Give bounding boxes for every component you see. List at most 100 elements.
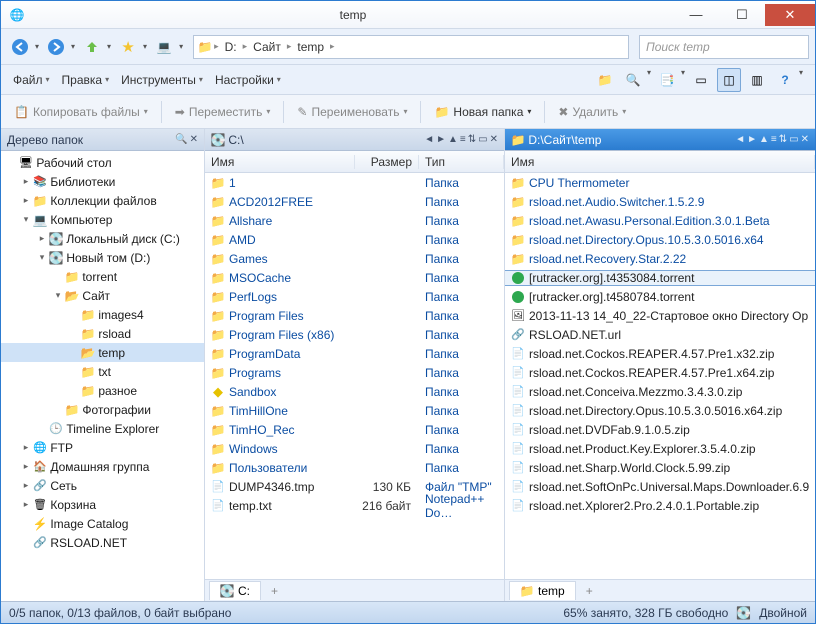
file-row[interactable]: PerfLogsПапка (205, 287, 504, 306)
menu-settings[interactable]: Настройки▾ (209, 69, 287, 91)
computer-button[interactable]: 💻 (151, 34, 177, 60)
tree-item[interactable]: ▾ Новый том (D:) (1, 248, 204, 267)
breadcrumb[interactable]: ▸ D:▸ Сайт▸ temp▸ (193, 35, 629, 59)
tree-item[interactable]: ▸ Сеть (1, 476, 204, 495)
tree-item[interactable]: ▸ Домашняя группа (1, 457, 204, 476)
file-row[interactable]: 2013-11-13 14_40_22-Стартовое окно Direc… (505, 306, 815, 325)
file-row[interactable]: rsload.net.DVDFab.9.1.0.5.zip (505, 420, 815, 439)
crumb[interactable]: D: (221, 40, 241, 54)
file-row[interactable]: rsload.net.Awasu.Personal.Edition.3.0.1.… (505, 211, 815, 230)
tree-item[interactable]: Рабочий стол (1, 153, 204, 172)
file-row[interactable]: rsload.net.SoftOnPc.Universal.Maps.Downl… (505, 477, 815, 496)
tree-item[interactable]: images4 (1, 305, 204, 324)
search-input[interactable]: Поиск temp (639, 35, 809, 59)
file-row[interactable]: rsload.net.Sharp.World.Clock.5.99.zip (505, 458, 815, 477)
file-row[interactable]: ПользователиПапка (205, 458, 504, 477)
tab-right[interactable]: temp (509, 581, 576, 600)
tree-item[interactable]: ▾ Сайт (1, 286, 204, 305)
tree-item[interactable]: ▸ Библиотеки (1, 172, 204, 191)
tree-item[interactable]: rsload (1, 324, 204, 343)
crumb[interactable]: Сайт (249, 40, 285, 54)
up-history-dropdown[interactable]: ▾ (107, 42, 111, 51)
file-row[interactable]: ProgramsПапка (205, 363, 504, 382)
favorites-button[interactable]: ★ (115, 34, 141, 60)
back-button[interactable] (7, 34, 33, 60)
tree-item[interactable]: RSLOAD.NET (1, 533, 204, 552)
file-row[interactable]: CPU Thermometer (505, 173, 815, 192)
file-row[interactable]: rsload.net.Product.Key.Explorer.3.5.4.0.… (505, 439, 815, 458)
add-tab-right[interactable]: + (580, 584, 599, 598)
file-row[interactable]: RSLOAD.NET.url (505, 325, 815, 344)
close-button[interactable]: ✕ (765, 4, 815, 26)
file-row[interactable]: ACD2012FREEПапка (205, 192, 504, 211)
view-button-1[interactable]: 📁 (593, 68, 617, 92)
col-name[interactable]: Имя (505, 155, 815, 169)
layout-preview[interactable]: ▥ (745, 68, 769, 92)
file-row[interactable]: TimHO_RecПапка (205, 420, 504, 439)
file-row[interactable]: rsload.net.Directory.Opus.10.5.3.0.5016.… (505, 230, 815, 249)
file-row[interactable]: Program Files (x86)Папка (205, 325, 504, 344)
file-row[interactable]: rsload.net.Xplorer2.Pro.2.4.0.1.Portable… (505, 496, 815, 515)
view-button-2[interactable]: 🔍 (621, 68, 645, 92)
tree-item[interactable]: txt (1, 362, 204, 381)
file-row[interactable]: rsload.net.Directory.Opus.10.5.3.0.5016.… (505, 401, 815, 420)
panel-header-right[interactable]: D:\Сайт\temp ◄►▲≡⇅▭✕ (505, 129, 815, 151)
col-size[interactable]: Размер (355, 155, 419, 169)
column-headers-right[interactable]: Имя (505, 151, 815, 173)
file-row[interactable]: rsload.net.Cockos.REAPER.4.57.Pre1.x64.z… (505, 363, 815, 382)
back-history-dropdown[interactable]: ▾ (35, 42, 39, 51)
col-type[interactable]: Тип (419, 155, 504, 169)
close-icon[interactable]: ✕ (190, 134, 198, 145)
maximize-button[interactable]: ☐ (719, 4, 765, 26)
file-list-right[interactable]: CPU Thermometerrsload.net.Audio.Switcher… (505, 173, 815, 579)
search-icon[interactable]: 🔍 (175, 134, 187, 145)
file-row[interactable]: temp.txt216 байтNotepad++ Do… (205, 496, 504, 515)
file-row[interactable]: rsload.net.Conceiva.Mezzmo.3.4.3.0.zip (505, 382, 815, 401)
minimize-button[interactable]: — (673, 4, 719, 26)
file-row[interactable]: TimHillOneПапка (205, 401, 504, 420)
tree-item[interactable]: ▸ Коллекции файлов (1, 191, 204, 210)
tree-item[interactable]: Фотографии (1, 400, 204, 419)
file-row[interactable]: ProgramDataПапка (205, 344, 504, 363)
forward-history-dropdown[interactable]: ▾ (71, 42, 75, 51)
copy-button[interactable]: 📋 Копировать файлы ▾ (7, 101, 155, 123)
tree-item[interactable]: Timeline Explorer (1, 419, 204, 438)
menu-tools[interactable]: Инструменты▾ (115, 69, 209, 91)
file-row[interactable]: [rutracker.org].t4353084.torrent (505, 268, 815, 287)
menu-edit[interactable]: Правка▾ (56, 69, 116, 91)
file-row[interactable]: GamesПапка (205, 249, 504, 268)
tree-item[interactable]: ▸ Корзина (1, 495, 204, 514)
column-headers-left[interactable]: Имя Размер Тип (205, 151, 504, 173)
panel-header-left[interactable]: C:\ ◄►▲≡⇅▭✕ (205, 129, 504, 151)
file-row[interactable]: SandboxПапка (205, 382, 504, 401)
favorites-dropdown[interactable]: ▾ (143, 42, 147, 51)
tree-item[interactable]: разное (1, 381, 204, 400)
forward-button[interactable] (43, 34, 69, 60)
file-row[interactable]: Program FilesПапка (205, 306, 504, 325)
file-row[interactable]: WindowsПапка (205, 439, 504, 458)
folder-tree[interactable]: Рабочий стол▸ Библиотеки▸ Коллекции файл… (1, 151, 204, 601)
file-row[interactable]: rsload.net.Recovery.Star.2.22 (505, 249, 815, 268)
tree-item[interactable]: torrent (1, 267, 204, 286)
up-button[interactable] (79, 34, 105, 60)
help-button[interactable]: ? (773, 68, 797, 92)
computer-dropdown[interactable]: ▾ (179, 42, 183, 51)
tree-item[interactable]: Image Catalog (1, 514, 204, 533)
file-row[interactable]: rsload.net.Audio.Switcher.1.5.2.9 (505, 192, 815, 211)
tree-item[interactable]: ▸ Локальный диск (C:) (1, 229, 204, 248)
file-row[interactable]: AllshareПапка (205, 211, 504, 230)
move-button[interactable]: ➡ Переместить ▾ (168, 101, 278, 123)
delete-button[interactable]: ✖ Удалить ▾ (551, 101, 633, 123)
layout-single[interactable]: ▭ (689, 68, 713, 92)
file-row[interactable]: rsload.net.Cockos.REAPER.4.57.Pre1.x32.z… (505, 344, 815, 363)
tree-item[interactable]: ▾ Компьютер (1, 210, 204, 229)
tree-item[interactable]: temp (1, 343, 204, 362)
layout-dual[interactable]: ◫ (717, 68, 741, 92)
view-button-3[interactable]: 📑 (655, 68, 679, 92)
newfolder-button[interactable]: 📁 Новая папка ▾ (427, 101, 538, 123)
menu-file[interactable]: Файл▾ (7, 69, 56, 91)
file-row[interactable]: AMDПапка (205, 230, 504, 249)
file-list-left[interactable]: 1ПапкаACD2012FREEПапкаAllshareПапкаAMDПа… (205, 173, 504, 579)
tree-item[interactable]: ▸ FTP (1, 438, 204, 457)
rename-button[interactable]: ✎ Переименовать ▾ (290, 101, 414, 123)
